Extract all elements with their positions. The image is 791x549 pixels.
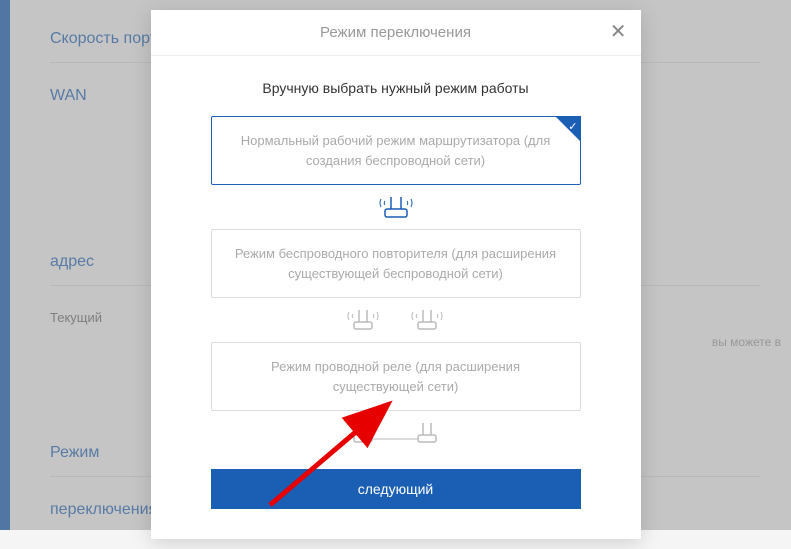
modal-title: Режим переключения [320,24,471,41]
check-icon: ✓ [568,119,577,136]
mode-switch-modal: Режим переключения ✕ Вручную выбрать нуж… [151,10,641,539]
router-single-icon [211,191,581,221]
close-icon[interactable]: ✕ [610,24,627,40]
modal-subtitle: Вручную выбрать нужный режим работы [211,80,581,96]
next-button[interactable]: следующий [211,469,581,509]
option-router-mode[interactable]: ✓ Нормальный рабочий режим маршрутизатор… [211,116,581,185]
router-pair-wired-icon [211,417,581,447]
option-wireless-repeater[interactable]: Режим беспроводного повторителя (для рас… [211,229,581,298]
option-wired-relay[interactable]: Режим проводной реле (для расширения сущ… [211,342,581,411]
modal-overlay: Режим переключения ✕ Вручную выбрать нуж… [0,0,791,530]
router-pair-wireless-icon [211,304,581,334]
